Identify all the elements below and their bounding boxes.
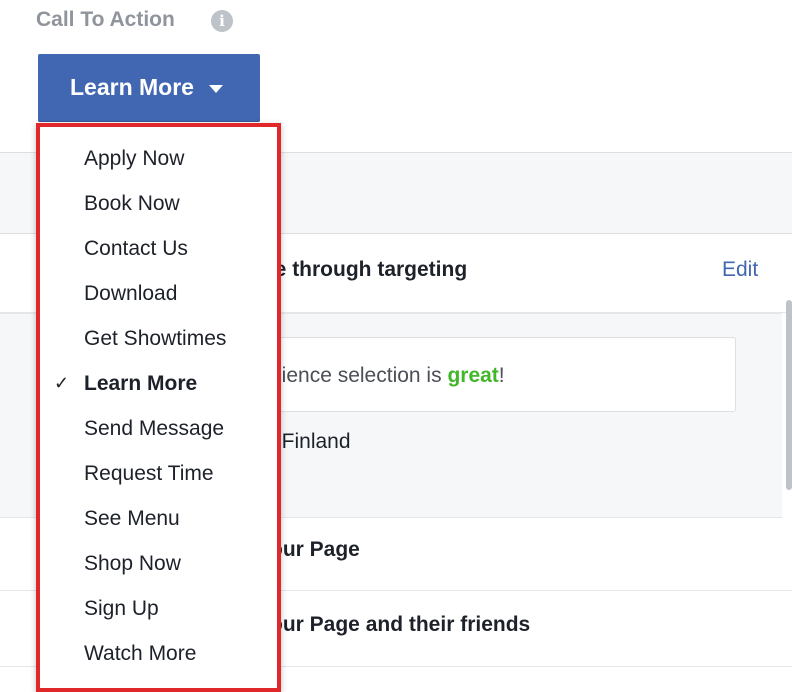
audience-option-page-friends[interactable]: our Page and their friends — [270, 613, 530, 637]
menu-item-label: Apply Now — [84, 147, 185, 170]
menu-item-label: Request Time — [84, 462, 214, 485]
menu-item-shop-now[interactable]: Shop Now — [40, 541, 277, 586]
menu-item-label: Contact Us — [84, 237, 188, 260]
caret-down-icon[interactable] — [209, 85, 223, 93]
menu-item-watch-more[interactable]: Watch More — [40, 631, 277, 676]
audience-suffix: ! — [498, 364, 505, 387]
menu-item-get-showtimes[interactable]: Get Showtimes — [40, 316, 277, 361]
scrollbar[interactable] — [786, 300, 792, 490]
audience-rating: great — [447, 364, 499, 387]
menu-item-label: Send Message — [84, 417, 225, 440]
location-text: : Finland — [270, 430, 351, 453]
menu-item-label: See Menu — [84, 507, 180, 530]
audience-prefix: dience selection is — [270, 364, 448, 387]
menu-item-learn-more[interactable]: ✓ Learn More — [40, 361, 277, 406]
menu-item-label: Download — [84, 282, 178, 305]
menu-item-request-time[interactable]: Request Time — [40, 451, 277, 496]
menu-item-contact-us[interactable]: Contact Us — [40, 226, 277, 271]
menu-item-label: Shop Now — [84, 552, 181, 575]
menu-item-label: Sign Up — [84, 597, 159, 620]
call-to-action-label: Call To Action — [36, 8, 175, 31]
menu-item-sign-up[interactable]: Sign Up — [40, 586, 277, 631]
targeting-heading: se through targeting — [263, 258, 468, 281]
menu-item-label: Book Now — [84, 192, 180, 215]
info-icon[interactable]: i — [211, 10, 233, 32]
call-to-action-menu: Apply Now Book Now Contact Us Download G… — [36, 123, 281, 692]
menu-item-label: Get Showtimes — [84, 327, 227, 350]
audience-option-page[interactable]: our Page — [270, 538, 360, 562]
checkmark-icon: ✓ — [54, 373, 70, 393]
menu-item-send-message[interactable]: Send Message — [40, 406, 277, 451]
menu-item-label: Watch More — [84, 642, 197, 665]
audience-feedback-text: dience selection is great! — [270, 364, 505, 388]
menu-item-download[interactable]: Download — [40, 271, 277, 316]
menu-item-see-menu[interactable]: See Menu — [40, 496, 277, 541]
edit-link[interactable]: Edit — [722, 258, 758, 282]
menu-item-apply-now[interactable]: Apply Now — [40, 136, 277, 181]
menu-item-label: Learn More — [84, 372, 198, 395]
menu-item-book-now[interactable]: Book Now — [40, 181, 277, 226]
call-to-action-button-label[interactable]: Learn More — [70, 74, 194, 101]
